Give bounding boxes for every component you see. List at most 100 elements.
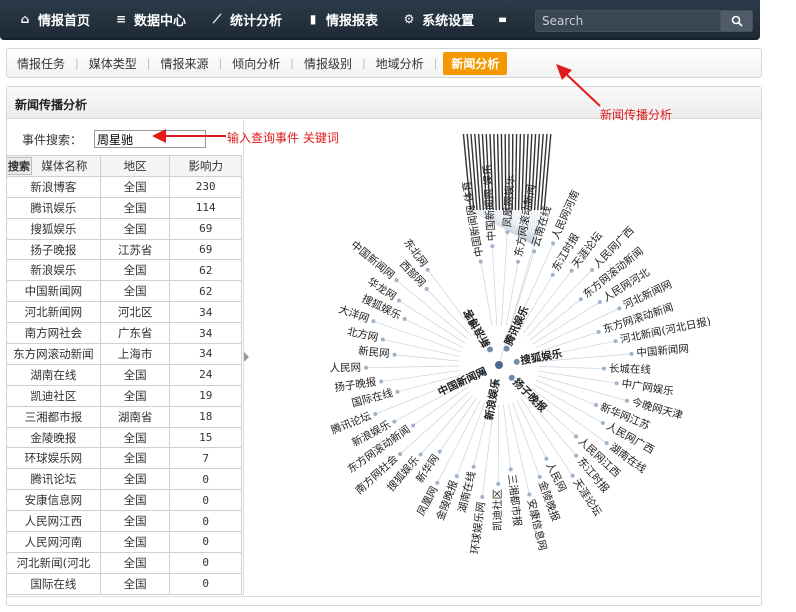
graph-node[interactable] (570, 473, 575, 478)
graph-node[interactable] (594, 403, 599, 408)
graph-node[interactable] (532, 249, 537, 254)
graph-node[interactable] (527, 492, 532, 497)
cell-media-name: 新浪博客 (6, 175, 101, 198)
tab-0[interactable]: 情报任务 (13, 55, 69, 72)
table-row[interactable]: 腾讯娱乐 全国 114 (6, 196, 242, 219)
tab-4[interactable]: 情报级别 (300, 55, 356, 72)
graph-node[interactable] (373, 411, 378, 416)
table-row[interactable]: 河北新闻(河北 全国 0 (6, 551, 242, 574)
table-row[interactable]: 中国新闻网 全国 62 (6, 280, 242, 303)
table-row[interactable]: 凯迪社区 全国 19 (6, 384, 242, 407)
graph-node[interactable] (392, 419, 397, 424)
graph-node[interactable] (614, 381, 619, 386)
graph-root-node[interactable] (495, 361, 503, 369)
table-row[interactable]: 东方网滚动新闻 上海市 34 (6, 343, 242, 365)
graph-node[interactable] (629, 351, 634, 356)
graph-node[interactable] (454, 474, 459, 479)
nav-item-1[interactable]: ≡ 数据中心 (102, 0, 198, 39)
graph-node[interactable] (490, 244, 495, 249)
graph-node[interactable] (596, 329, 601, 334)
cell-influence: 62 (169, 280, 242, 303)
cell-influence: 34 (169, 322, 242, 345)
graph-node[interactable] (544, 456, 549, 461)
line-chart-icon: ⟋ (212, 11, 222, 26)
search-submit-button[interactable]: 搜索 (7, 157, 32, 175)
table-row[interactable]: 国际在线 全国 0 (6, 572, 242, 595)
graph-node[interactable] (380, 337, 385, 342)
graph-node[interactable] (424, 286, 429, 291)
graph-node[interactable] (613, 339, 618, 344)
graph-node[interactable] (364, 365, 369, 370)
graph-node[interactable] (480, 494, 485, 499)
graph-node[interactable] (392, 352, 397, 357)
graph-hub-node[interactable] (513, 358, 520, 365)
graph-node[interactable] (379, 379, 384, 384)
tab-1[interactable]: 媒体类型 (85, 55, 141, 72)
nav-item-2[interactable]: ⟋ 统计分析 (198, 0, 294, 39)
graph-node[interactable] (478, 259, 483, 264)
nav-item-3[interactable]: ▮ 情报报表 (294, 0, 390, 39)
graph-node[interactable] (590, 267, 595, 272)
graph-node[interactable] (398, 451, 403, 456)
graph-node[interactable] (597, 299, 602, 304)
table-row[interactable]: 人民网河南 全国 0 (6, 531, 242, 553)
graph-node[interactable] (437, 449, 442, 454)
table-row[interactable]: 湖南在线 全国 24 (6, 363, 242, 386)
graph-node[interactable] (625, 398, 630, 403)
graph-node[interactable] (471, 464, 476, 469)
graph-node[interactable] (411, 423, 416, 428)
table-row[interactable]: 金陵晚报 全国 15 (6, 426, 242, 449)
graph-node[interactable] (578, 297, 583, 302)
search-button[interactable] (721, 10, 753, 32)
table-row[interactable]: 新浪博客 全国 230 (6, 175, 242, 198)
table-row[interactable]: 新浪娱乐 全国 62 (6, 259, 242, 282)
graph-node[interactable] (505, 230, 510, 235)
graph-node[interactable] (550, 272, 555, 277)
graph-node[interactable] (574, 434, 579, 439)
graph-hub-node[interactable] (503, 345, 510, 352)
table-row[interactable]: 三湘都市报 湖南省 18 (6, 405, 242, 428)
graph-node[interactable] (395, 389, 400, 394)
graph-node[interactable] (601, 366, 606, 371)
graph-node[interactable] (371, 319, 376, 324)
tab-5[interactable]: 地域分析 (372, 55, 428, 72)
graph-node[interactable] (617, 306, 622, 311)
table-row[interactable]: 搜狐娱乐 全国 69 (6, 217, 242, 240)
graph-leaf-label: 凤凰网娱乐 (501, 174, 517, 228)
nav-item-0[interactable]: ⌂ 情报首页 (6, 0, 102, 39)
table-row[interactable]: 扬子晚报 江苏省 69 (6, 238, 242, 261)
graph-node[interactable] (569, 268, 574, 273)
tab-6[interactable]: 新闻分析 (443, 51, 508, 75)
cell-media-name: 河北新闻网 (6, 301, 101, 324)
table-row[interactable]: 腾讯论坛 全国 0 (6, 468, 242, 491)
graph-hub-node[interactable] (508, 374, 515, 381)
graph-node[interactable] (508, 467, 513, 472)
graph-node[interactable] (515, 259, 520, 264)
graph-node[interactable] (496, 481, 501, 486)
graph-node[interactable] (435, 480, 440, 485)
graph-node[interactable] (600, 421, 605, 426)
graph-node[interactable] (604, 441, 609, 446)
graph-node[interactable] (425, 267, 430, 272)
table-row[interactable]: 南方网社会 广东省 34 (6, 322, 242, 345)
bar-chart-icon: ▮ (309, 12, 317, 26)
graph-node[interactable] (402, 316, 407, 321)
graph-node[interactable] (418, 452, 423, 457)
tab-2[interactable]: 情报来源 (156, 55, 212, 72)
graph-node[interactable] (537, 474, 542, 479)
cell-region: 全国 (99, 447, 171, 470)
graph-hub-node[interactable] (487, 346, 493, 353)
graph-node[interactable] (551, 241, 556, 246)
graph-node[interactable] (394, 278, 399, 283)
table-row[interactable]: 环球娱乐网 全国 7 (6, 447, 242, 470)
search-input[interactable] (535, 10, 721, 32)
tab-3[interactable]: 倾向分析 (228, 55, 284, 72)
nav-item-5[interactable]: ▬情 (486, 0, 506, 39)
collapse-handle-icon[interactable] (244, 352, 249, 362)
graph-node[interactable] (396, 298, 401, 303)
table-row[interactable]: 人民网江西 全国 0 (6, 510, 242, 533)
nav-item-4[interactable]: ⚙ 系统设置 (390, 0, 486, 39)
graph-node[interactable] (574, 453, 579, 458)
table-row[interactable]: 河北新闻网 河北区 34 (6, 301, 242, 324)
table-row[interactable]: 安康信息网 全国 0 (6, 489, 242, 512)
